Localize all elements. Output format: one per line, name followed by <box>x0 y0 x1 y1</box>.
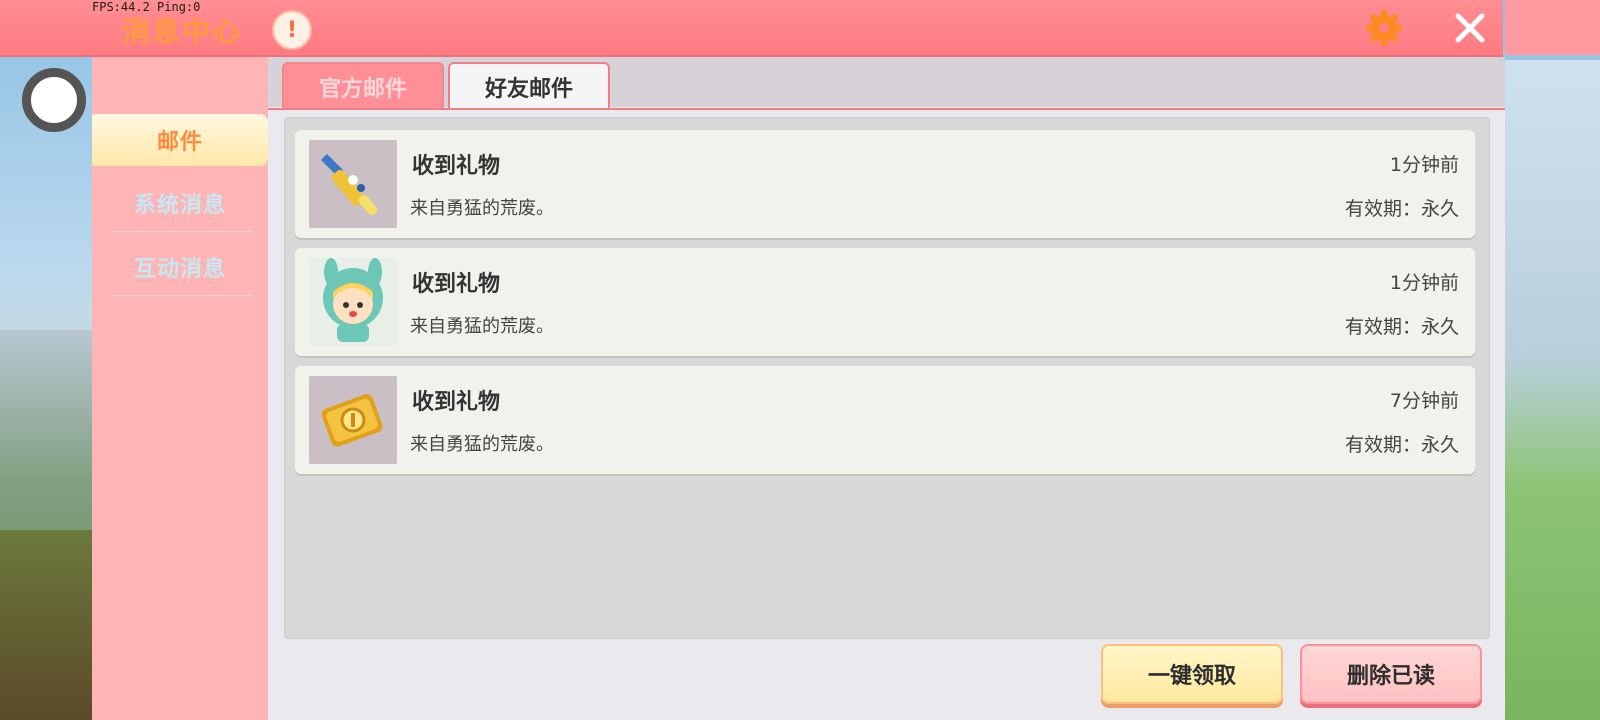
mail-title: 收到礼物 <box>412 272 501 297</box>
fps-overlay: FPS:44.2 Ping:0 <box>92 0 201 14</box>
page-title: 消息中心 <box>122 15 243 48</box>
mail-sender: 来自勇猛的荒废。 <box>410 316 554 337</box>
mail-sender: 来自勇猛的荒废。 <box>410 198 554 219</box>
mail-title: 收到礼物 <box>412 390 501 415</box>
sidebar-item-label: 互动消息 <box>133 257 226 282</box>
sidebar: 邮件 系统消息 互动消息 <box>92 57 268 720</box>
background-scenery-right <box>1490 60 1600 720</box>
gold-ticket-icon <box>309 376 397 464</box>
mail-title: 收到礼物 <box>412 154 501 179</box>
mail-list: 收到礼物 来自勇猛的荒废。 1分钟前 有效期：永久 收到礼物 来自勇猛的荒废。 … <box>284 117 1490 639</box>
gear-icon[interactable] <box>1364 8 1404 48</box>
mail-item[interactable]: 收到礼物 来自勇猛的荒废。 7分钟前 有效期：永久 <box>295 366 1475 474</box>
mail-item[interactable]: 收到礼物 来自勇猛的荒废。 1分钟前 有效期：永久 <box>295 248 1475 356</box>
sidebar-item-system-messages[interactable]: 系统消息 <box>92 177 268 229</box>
mail-item[interactable]: 收到礼物 来自勇猛的荒废。 1分钟前 有效期：永久 <box>295 130 1475 238</box>
tab-friend-mail[interactable]: 好友邮件 <box>448 62 610 110</box>
tab-label: 好友邮件 <box>484 77 573 102</box>
tab-label: 官方邮件 <box>318 77 407 102</box>
mail-content-panel: 官方邮件 好友邮件 收到礼物 来自勇猛的荒废。 1分钟前 有效期：永久 收到礼物… <box>268 57 1505 720</box>
sidebar-item-label: 系统消息 <box>133 193 226 218</box>
mail-sender: 来自勇猛的荒废。 <box>410 434 554 455</box>
mail-expiry: 有效期：永久 <box>1344 434 1459 456</box>
mail-expiry: 有效期：永久 <box>1344 316 1459 338</box>
sidebar-item-interaction-messages[interactable]: 互动消息 <box>92 241 268 293</box>
sidebar-item-label: 邮件 <box>156 130 203 155</box>
top-bar-extension <box>1505 0 1600 55</box>
tab-underline <box>268 108 1505 110</box>
joystick-ring-icon[interactable] <box>22 68 86 132</box>
sidebar-divider <box>112 295 252 296</box>
delete-read-button[interactable]: 删除已读 <box>1300 644 1482 704</box>
mail-expiry: 有效期：永久 <box>1344 198 1459 220</box>
claim-all-button[interactable]: 一键领取 <box>1101 644 1283 704</box>
mail-time: 1分钟前 <box>1389 272 1459 294</box>
close-icon[interactable] <box>1452 10 1488 46</box>
tab-official-mail[interactable]: 官方邮件 <box>282 62 444 110</box>
background-block <box>0 530 95 720</box>
sidebar-divider <box>112 231 252 232</box>
avatar-costume-icon <box>309 258 397 346</box>
wrench-item-icon <box>309 140 397 228</box>
mail-time: 7分钟前 <box>1389 390 1459 412</box>
mail-time: 1分钟前 <box>1389 154 1459 176</box>
sidebar-item-mail[interactable]: 邮件 <box>92 114 268 166</box>
alert-icon[interactable]: ! <box>272 10 312 50</box>
